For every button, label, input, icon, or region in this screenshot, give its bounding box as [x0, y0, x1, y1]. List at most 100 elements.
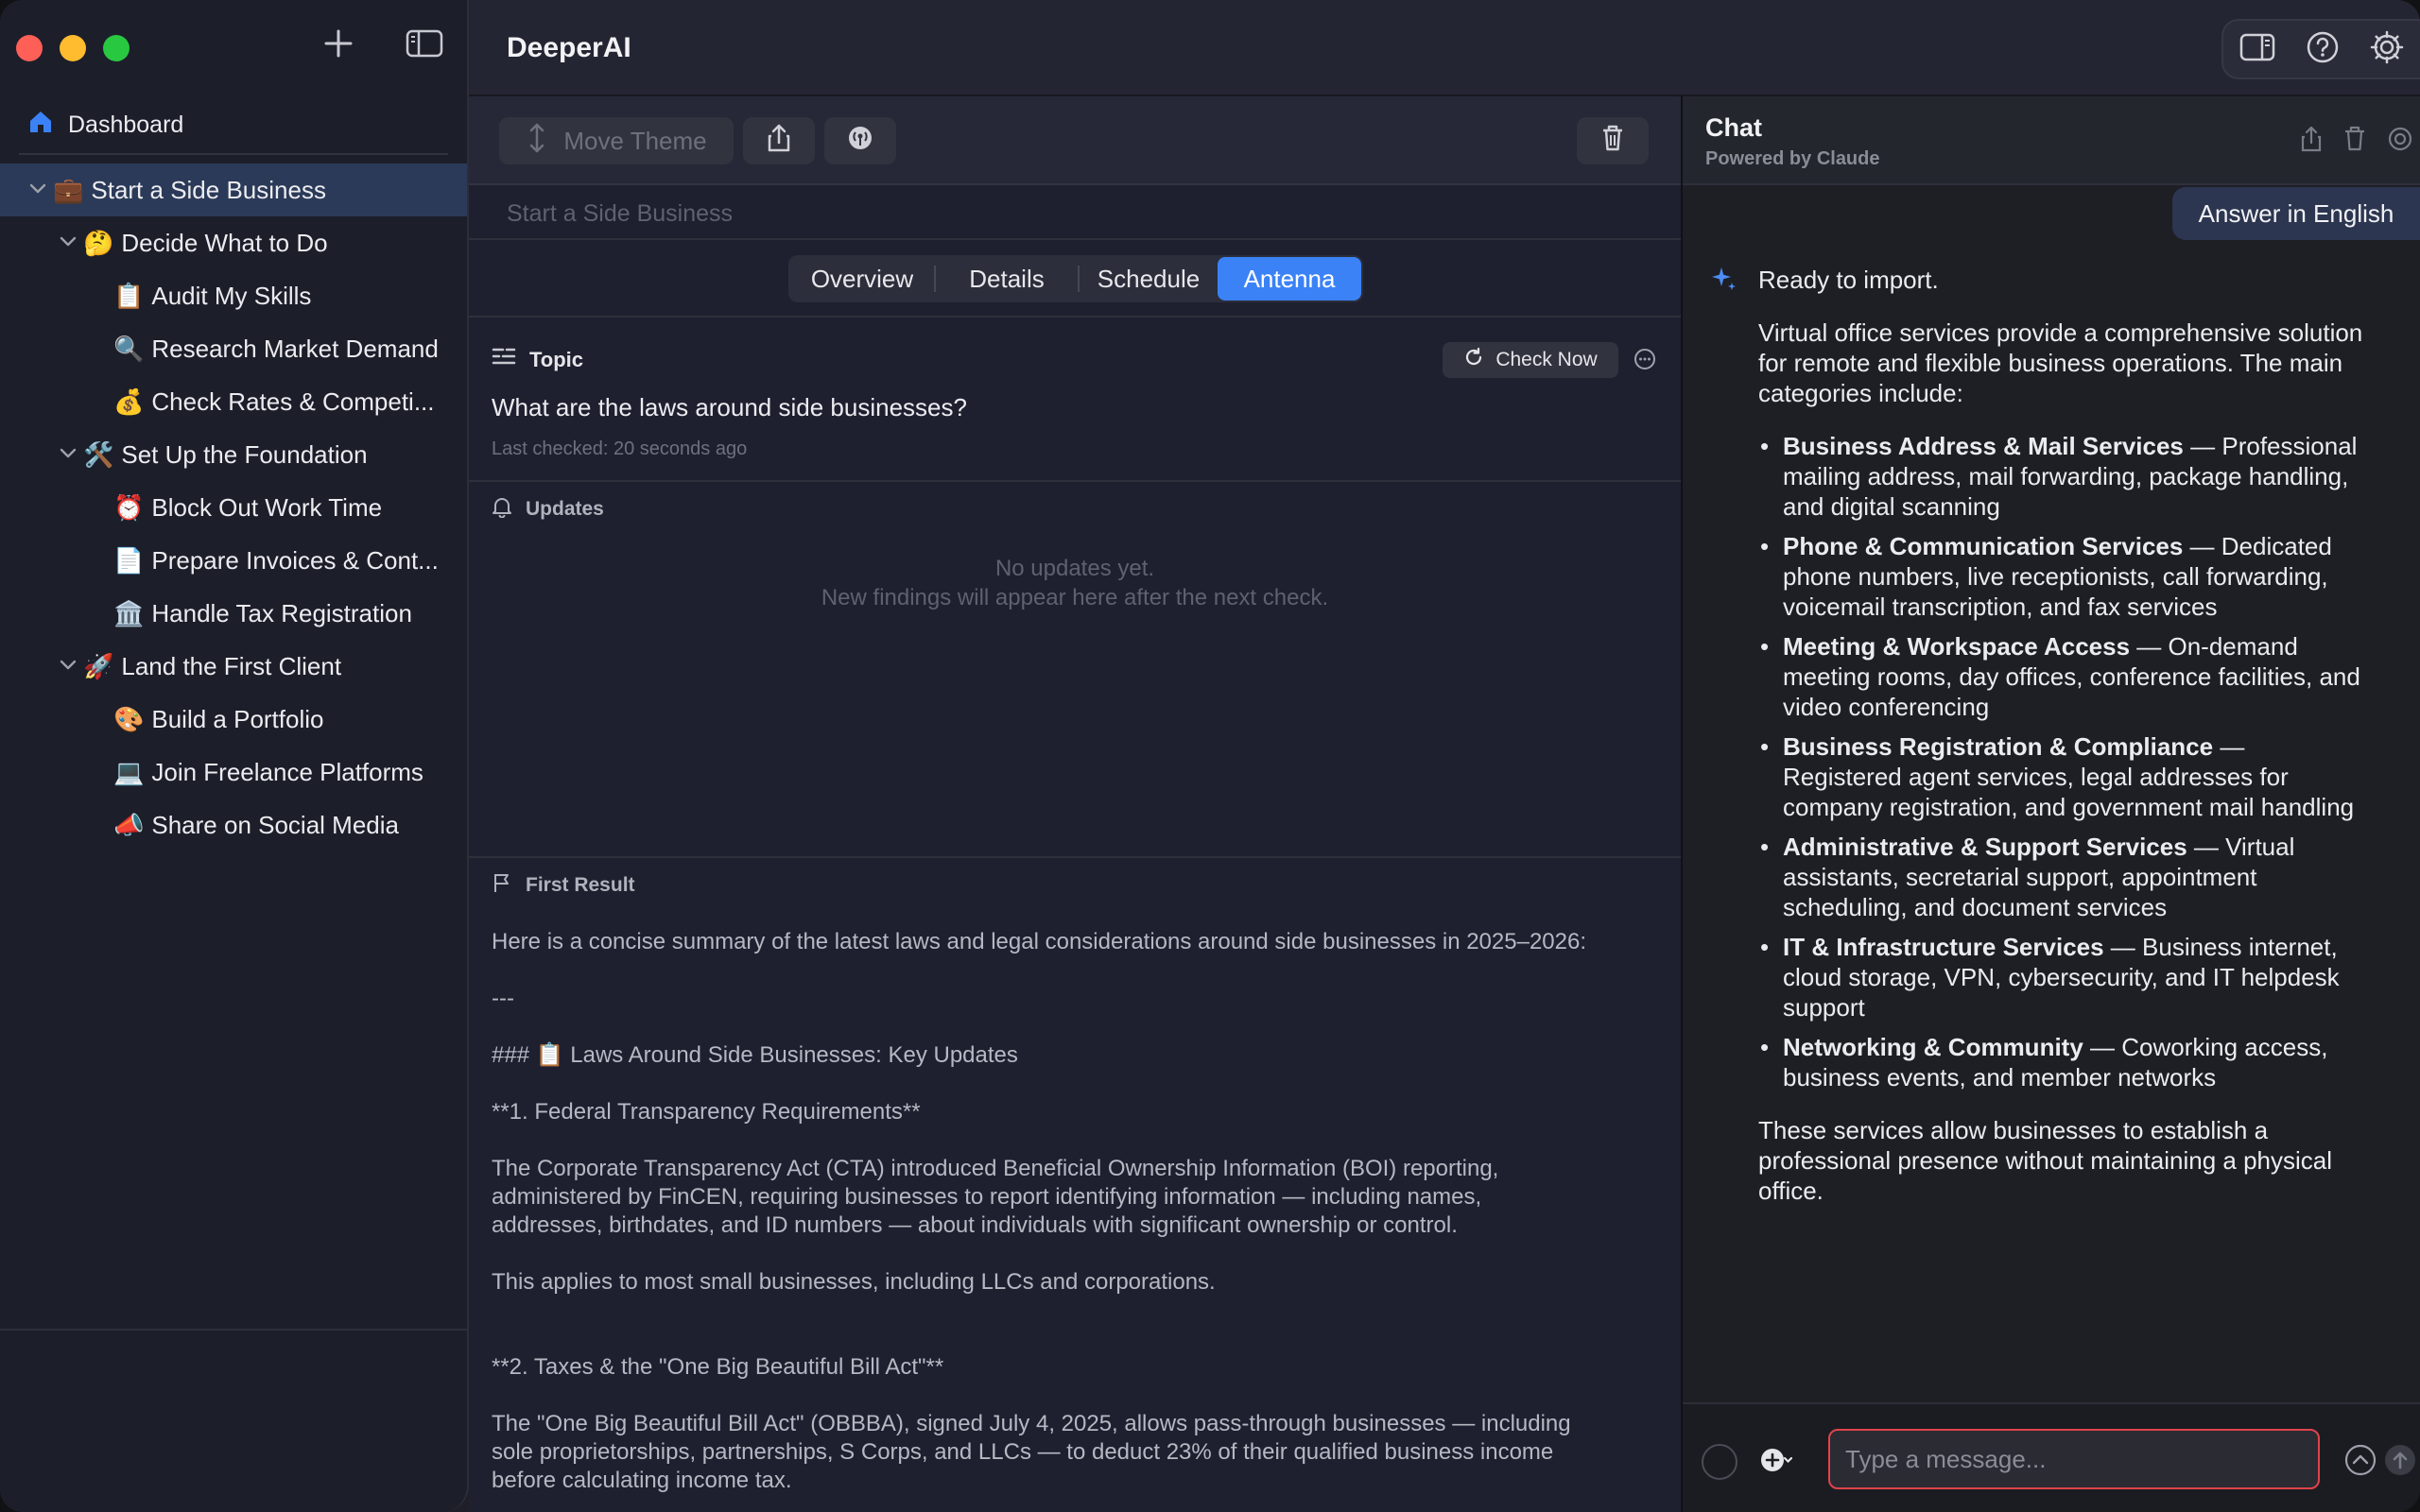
- minimize-window-button[interactable]: [60, 35, 86, 61]
- project-tree: 💼 Start a Side Business 🤔 Decide What to Do…: [0, 163, 467, 851]
- sidebar-item-label: 🏛️ Handle Tax Registration: [113, 599, 450, 628]
- help-icon[interactable]: [2306, 30, 2340, 69]
- sidebar-item-label: 📣 Share on Social Media: [113, 811, 450, 840]
- move-theme-button[interactable]: Move Theme: [499, 117, 734, 164]
- item-text: Audit My Skills: [151, 281, 312, 310]
- add-circle-icon[interactable]: [1760, 1446, 1793, 1479]
- check-now-button[interactable]: Check Now: [1443, 342, 1618, 378]
- chevron-down-icon[interactable]: [57, 656, 79, 678]
- tab-schedule[interactable]: Schedule: [1080, 257, 1218, 301]
- close-window-button[interactable]: [16, 35, 43, 61]
- panel-icon[interactable]: [2238, 31, 2276, 68]
- trash-icon[interactable]: [2342, 125, 2367, 158]
- chevron-down-icon[interactable]: [57, 232, 79, 254]
- item-emoji: 📋: [113, 281, 145, 310]
- item-text: Start a Side Business: [91, 175, 326, 204]
- sidebar-item-label: ⏰ Block Out Work Time: [113, 493, 450, 523]
- item-emoji: 🛠️: [83, 439, 114, 469]
- sidebar-item[interactable]: 🎨 Build a Portfolio: [0, 693, 467, 746]
- send-icon[interactable]: [2384, 1444, 2416, 1481]
- trash-icon: [1599, 123, 1626, 160]
- list-item-title: IT & Infrastructure Services: [1783, 933, 2104, 961]
- message-paragraph: Virtual office services provide a compre…: [1758, 318, 2363, 407]
- move-theme-label: Move Theme: [563, 126, 707, 155]
- first-result-heading: First Result: [526, 874, 635, 896]
- message-input[interactable]: [1828, 1429, 2320, 1489]
- list-item-title: Phone & Communication Services: [1783, 532, 2184, 560]
- item-text: Check Rates & Competi...: [151, 387, 435, 416]
- chevron-up-circle-icon[interactable]: [2344, 1444, 2377, 1481]
- item-emoji: 💰: [113, 387, 145, 416]
- share-button[interactable]: [743, 117, 815, 164]
- status-circle[interactable]: [1702, 1444, 1737, 1480]
- dashboard-link[interactable]: Dashboard: [26, 106, 183, 144]
- item-emoji: 💻: [113, 757, 145, 786]
- more-icon[interactable]: [1634, 348, 1656, 375]
- sidebar-item-label: 🛠️ Set Up the Foundation: [83, 440, 450, 470]
- plus-icon[interactable]: [321, 26, 355, 65]
- sidebar-item-label: 📋 Audit My Skills: [113, 282, 450, 311]
- breadcrumb: Start a Side Business: [507, 200, 734, 227]
- tab-antenna[interactable]: Antenna: [1218, 257, 1361, 301]
- message-list: Business Address & Mail Services — Profe…: [1758, 431, 2363, 1092]
- list-item-title: Business Address & Mail Services: [1783, 432, 2184, 460]
- item-text: Build a Portfolio: [151, 704, 324, 733]
- sidebar-item[interactable]: 💼 Start a Side Business: [0, 163, 467, 216]
- chat-header: Chat Powered by Claude: [1683, 96, 2420, 185]
- sidebar-item[interactable]: 🚀 Land the First Client: [0, 640, 467, 693]
- list-item: Business Address & Mail Services — Profe…: [1758, 431, 2363, 522]
- message-intro: Ready to import.: [1758, 266, 1939, 294]
- zoom-window-button[interactable]: [103, 35, 130, 61]
- sidebar-item[interactable]: 📋 Audit My Skills: [0, 269, 467, 322]
- list-item: Administrative & Support Services — Virt…: [1758, 832, 2363, 922]
- sidebar-item[interactable]: 🛠️ Set Up the Foundation: [0, 428, 467, 481]
- last-checked: Last checked: 20 seconds ago: [492, 438, 748, 459]
- refresh-icon: [1463, 347, 1484, 373]
- sidebar-item[interactable]: 🤔 Decide What to Do: [0, 216, 467, 269]
- sidebar-item[interactable]: 💻 Join Freelance Platforms: [0, 746, 467, 799]
- first-result-header: First Result: [492, 871, 635, 900]
- sidebar-item-label: 🤔 Decide What to Do: [83, 229, 450, 258]
- delete-button[interactable]: [1577, 117, 1649, 164]
- sidebar-footer-divider: [0, 1329, 467, 1331]
- sidebar: Dashboard 💼 Start a Side Business 🤔 Decide …: [0, 0, 469, 1512]
- divider: [469, 316, 1681, 318]
- updates-header: Updates: [492, 495, 604, 524]
- sidebar-item[interactable]: 📄 Prepare Invoices & Cont...: [0, 534, 467, 587]
- view-tabs: Overview Details Schedule Antenna: [788, 255, 1363, 302]
- sidebar-item[interactable]: 🏛️ Handle Tax Registration: [0, 587, 467, 640]
- divider: [469, 856, 1681, 858]
- antenna-button[interactable]: [824, 117, 896, 164]
- sidebar-item-label: 💻 Join Freelance Platforms: [113, 758, 450, 787]
- tab-overview[interactable]: Overview: [790, 257, 934, 301]
- flag-icon: [492, 871, 512, 900]
- tab-details[interactable]: Details: [936, 257, 1078, 301]
- item-emoji: 🤔: [83, 228, 114, 257]
- chevron-down-icon[interactable]: [57, 444, 79, 466]
- sidebar-toggle-icon[interactable]: [405, 26, 444, 65]
- list-item: IT & Infrastructure Services — Business …: [1758, 932, 2363, 1022]
- item-text: Handle Tax Registration: [151, 598, 412, 627]
- app-title: DeeperAI: [507, 32, 631, 63]
- chat-settings-icon[interactable]: [2386, 125, 2414, 158]
- chat-input-bar: [1683, 1402, 2420, 1512]
- share-icon[interactable]: [2299, 125, 2324, 158]
- answer-language-button[interactable]: Answer in English: [2172, 187, 2420, 240]
- list-item-title: Meeting & Workspace Access: [1783, 632, 2131, 661]
- updates-heading: Updates: [526, 498, 604, 520]
- gear-icon[interactable]: [2369, 29, 2405, 70]
- check-now-label: Check Now: [1495, 349, 1598, 370]
- sidebar-item-label: 🔍 Research Market Demand: [113, 335, 450, 364]
- sidebar-item[interactable]: ⏰ Block Out Work Time: [0, 481, 467, 534]
- chat-title: Chat: [1705, 113, 1762, 142]
- sidebar-item[interactable]: 💰 Check Rates & Competi...: [0, 375, 467, 428]
- first-result-body: Here is a concise summary of the latest …: [492, 929, 1586, 1493]
- item-text: Prepare Invoices & Cont...: [151, 545, 439, 575]
- chat-subtitle: Powered by Claude: [1705, 148, 1880, 169]
- item-text: Decide What to Do: [121, 228, 328, 257]
- list-item: Phone & Communication Services — Dedicat…: [1758, 531, 2363, 622]
- topic-question: What are the laws around side businesses…: [492, 393, 967, 421]
- chevron-down-icon[interactable]: [26, 180, 49, 201]
- sidebar-item[interactable]: 📣 Share on Social Media: [0, 799, 467, 851]
- sidebar-item[interactable]: 🔍 Research Market Demand: [0, 322, 467, 375]
